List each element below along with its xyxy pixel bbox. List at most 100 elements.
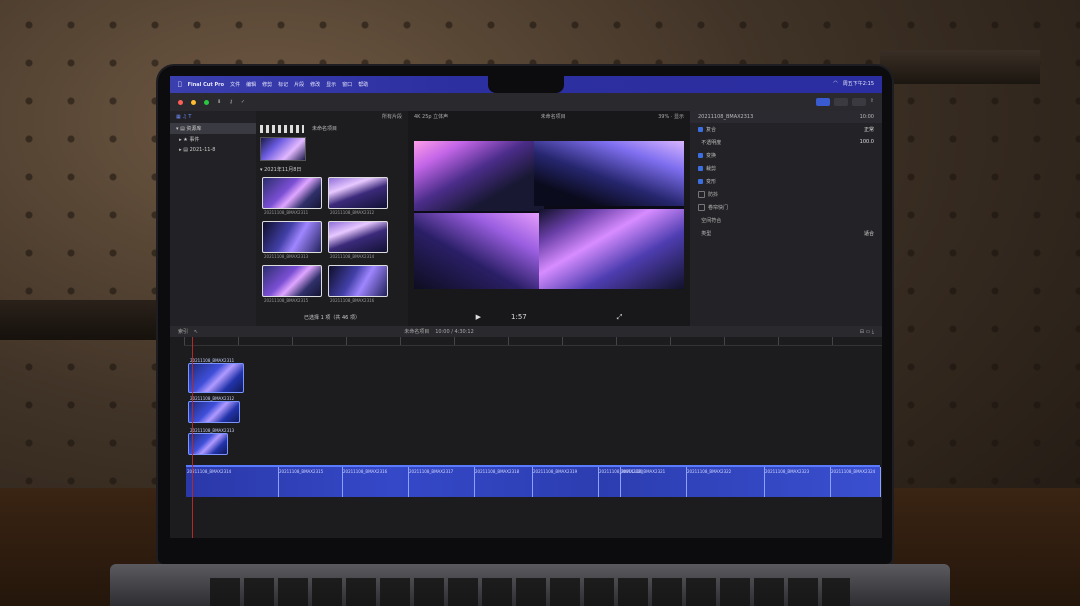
inspector-row[interactable]: 卷帘快门 [690,201,882,214]
share-icon[interactable]: ⇪ [870,98,874,106]
inspector-row[interactable]: 变换 [690,149,882,162]
inspector-row[interactable]: 空间符合 [690,214,882,227]
menu-item[interactable]: 显示 [326,81,336,88]
inspector-row[interactable]: 变形 [690,175,882,188]
clip-thumbnail[interactable] [328,265,388,297]
app-menu[interactable]: Final Cut Pro [188,82,224,88]
inspector-toggle-button[interactable] [851,98,866,106]
menu-item[interactable]: 修剪 [262,81,272,88]
date-header[interactable]: ▾ 2021年11月8日 [260,166,301,173]
menu-item[interactable]: 文件 [230,81,240,88]
key-icon[interactable]: ⚷ [229,99,233,105]
inspector-row[interactable]: 防抖 [690,188,882,201]
connected-clip[interactable]: 20211108_BMAX2312 [188,396,240,423]
app-toolbar: ⬇ ⚷ ✓ ⇪ [170,93,882,111]
format-label: 4K 25p 立体声 [414,114,449,120]
video-frame[interactable] [414,141,684,289]
viewer-header: 4K 25p 立体声 未命名项目 39% · 显示 [414,114,684,120]
video-content [539,209,684,289]
menubar-clock[interactable]: 周五下午2:15 [843,80,874,87]
timeline-duration: 10:00 / 4:30:12 [435,328,474,335]
clip-label: 20211108_BMAX2311 [264,210,309,215]
clip-label: 20211108_BMAX2316 [330,298,375,303]
browser-footer: 已选择 1 项（共 46 项） [304,315,360,321]
browser-filter[interactable]: 所有片段 [256,111,408,122]
camera-notch [488,76,564,93]
inspector: 20211108_BMAX2313 10:00 复合 正常 不透明度 100.0 变… [690,111,882,326]
sidebar-item-event[interactable]: ▸ ★ 事件 [170,134,256,145]
import-icon[interactable]: ⬇ [217,99,221,105]
sidebar-item-library[interactable]: ▾ ▤ 资源库 [170,123,256,134]
clip-thumbnail[interactable] [328,177,388,209]
clip-thumbnail[interactable] [262,265,322,297]
inspector-row[interactable]: 不透明度 100.0 [690,136,882,149]
browser-toggle-button[interactable] [815,98,830,106]
clip-label: 20211108_BMAX2315 [264,298,309,303]
check-icon[interactable]: ✓ [241,99,245,105]
storyline-clip[interactable]: 20211108_BMAX2319 [532,467,599,497]
view-menu[interactable]: 显示 [674,114,684,120]
timeline-toggle-button[interactable] [833,98,848,106]
close-window-button[interactable] [178,99,183,105]
inspector-row[interactable]: 类型 适合 [690,227,882,240]
storyline-clip[interactable]: 20211108_BMAX2320 [598,467,643,497]
project-title: 未命名项目 [312,126,338,132]
clip-label: 20211108_BMAX2314 [330,254,375,259]
menu-item[interactable]: 窗口 [342,81,352,88]
shelf [880,50,1040,84]
playhead[interactable] [192,337,193,538]
arrow-tool-icon[interactable]: ↖ [194,329,198,335]
play-button[interactable]: ▶ [476,313,481,321]
wifi-icon[interactable]: ◠ [833,80,837,87]
timeline[interactable]: 20211108_BMAX2311 20211108_BMAX2312 2021… [170,337,882,538]
project-thumbnail[interactable] [260,137,306,161]
inspector-row[interactable]: 裁剪 [690,162,882,175]
index-button[interactable]: 索引 [178,328,188,335]
connected-clip[interactable]: 20211108_BMAX2313 [188,428,234,455]
sidebar-item-date[interactable]: ▸ ▤ 2021-11-8 [170,145,256,155]
menu-item[interactable]: 帮助 [358,81,368,88]
storyline-clip[interactable]: 20211108_BMAX2314 [186,467,279,497]
laptop-screen:  Final Cut Pro 文件 编辑 修剪 标记 片段 修改 显示 窗口 … [170,76,882,538]
viewer-project-name: 未命名项目 [540,114,566,120]
primary-storyline[interactable]: 20211108_BMAX2314 20211108_BMAX2315 2021… [186,465,881,497]
clip-browser: 所有片段 未命名项目 ▾ 2021年11月8日 20211108_BMAX231… [256,111,408,326]
clip-thumbnail[interactable] [328,221,388,253]
connected-clip[interactable]: 20211108_BMAX2311 [188,358,244,393]
library-sidebar: ▦ ♫ T ▾ ▤ 资源库 ▸ ★ 事件 ▸ ▤ 2021-11-8 [170,111,256,326]
storyline-clip[interactable]: 20211108_BMAX2323 [764,467,831,497]
keyboard [210,578,850,606]
storyline-clip[interactable]: 20211108_BMAX2321 [620,467,687,497]
inspector-clip-name: 20211108_BMAX2313 [698,114,754,120]
inspector-row[interactable]: 复合 正常 [690,123,882,136]
zoom-menu[interactable]: 39% [658,114,669,120]
storyline-clip[interactable]: 20211108_BMAX2322 [686,467,765,497]
clip-thumbnail[interactable] [262,221,322,253]
sidebar-tab-icons[interactable]: ▦ ♫ T [170,111,256,123]
zoom-window-button[interactable] [204,99,209,105]
fullscreen-icon[interactable]: ⤢ [617,313,623,322]
menu-item[interactable]: 修改 [310,81,320,88]
storyline-clip[interactable]: 20211108_BMAX2316 [342,467,409,497]
storyline-clip[interactable]: 20211108_BMAX2318 [474,467,533,497]
timeline-toolbar: 索引 ↖ 未命名项目 10:00 / 4:30:12 ⊟ ▭ ⤓ [170,326,882,337]
storyline-clip[interactable]: 20211108_BMAX2317 [408,467,475,497]
menu-item[interactable]: 片段 [294,81,304,88]
video-content [414,213,549,289]
apple-icon[interactable]:  [178,81,182,88]
timeline-zoom-icon[interactable]: ⊟ ▭ ⤓ [860,329,874,335]
storyline-clip[interactable]: 20211108_BMAX2315 [278,467,343,497]
timecode-display[interactable]: 1:57 [511,313,527,321]
playback-controls: ▶ 1:57 ⤢ [408,311,690,323]
timeline-project-name[interactable]: 未命名项目 [404,328,429,335]
menu-item[interactable]: 编辑 [246,81,256,88]
clip-label: 20211108_BMAX2313 [264,254,309,259]
clip-label: 20211108_BMAX2312 [330,210,375,215]
clip-thumbnail[interactable] [262,177,322,209]
minimize-window-button[interactable] [191,99,196,105]
time-ruler[interactable] [184,337,882,346]
storyline-clip[interactable]: 20211108_BMAX2324 [830,467,881,497]
viewer: 4K 25p 立体声 未命名项目 39% · 显示 ▶ 1:57 ⤢ [408,111,690,326]
inspector-header: 20211108_BMAX2313 10:00 [690,111,882,123]
menu-item[interactable]: 标记 [278,81,288,88]
